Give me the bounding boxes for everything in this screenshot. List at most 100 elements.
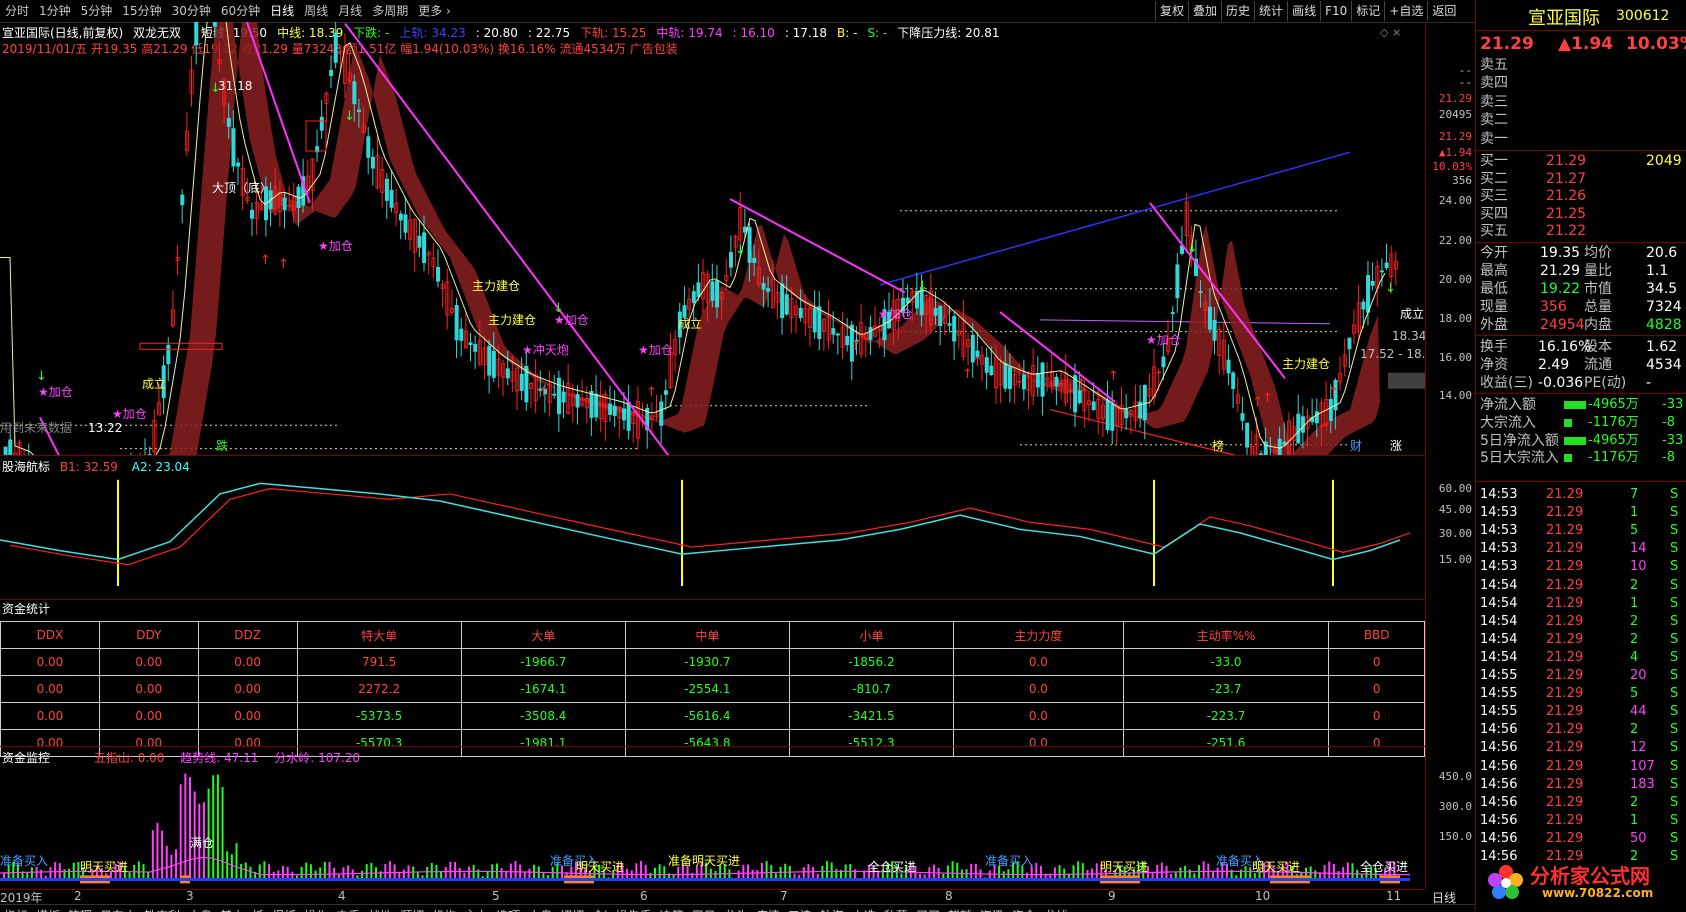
period-tab-3[interactable]: 15分钟 [117,0,166,22]
main-ylabel-3: 20495 [1439,108,1472,121]
main-ylabel-13: 14.00 [1439,389,1472,402]
fund-cell: 0.00 [1,703,100,730]
period-tab-4[interactable]: 30分钟 [167,0,216,22]
table-row: 0.000.000.00-5373.5-3508.4-5616.4-3421.5… [1,703,1425,730]
tick-row: 14:5421.29 1S [1480,595,1685,613]
price-pct: 10.03% [1626,34,1686,54]
tick-row: 14:5421.29 2S [1480,613,1685,631]
tool-button-8[interactable]: 返回 [1427,1,1460,21]
fund-cell: 0 [1329,676,1425,703]
sell-arrow-icon: ↓ [917,279,928,294]
quote-stat2-2: 收益(三)-0.036PE(动)- [1480,374,1685,392]
tool-button-1[interactable]: 叠加 [1188,1,1221,21]
main-ylabel-10: 20.00 [1439,273,1472,286]
buy-arrow-icon: ↑ [278,257,289,272]
chart-annotation-1: 大顶（底） [212,180,272,195]
fund-cell: -1674.1 [461,676,625,703]
fund-header-3: 特大单 [297,622,461,649]
chart-annotation-4: 主力建仓 [472,279,520,293]
fund-header-7: 主力力度 [954,622,1124,649]
sell-arrow-icon: ↓ [553,301,564,316]
chart-annotation-15: 成立 [1400,306,1424,321]
fund-cell: -223.7 [1123,703,1329,730]
sell-arrow-icon: ↓ [344,109,355,124]
sell-arrow-icon: ↓ [210,81,221,96]
tool-button-4[interactable]: 画线 [1287,1,1320,21]
flow-row-3: 5日大宗流入-1176万-8 [1480,449,1685,467]
quote-stat-4: 外盘24954内盘4828 [1480,316,1685,334]
fund-cell: -23.7 [1123,676,1329,703]
monitor-label-5: 准备明天买进 [668,854,740,868]
stock-code: 300612 [1616,8,1669,24]
tick-row: 14:5321.29 1S [1480,504,1685,522]
panel-control-icons[interactable]: ◇ × [1380,26,1401,39]
tick-row: 14:5421.29 4S [1480,649,1685,667]
period-tab-1[interactable]: 1分钟 [34,0,76,22]
flow-bar [1564,454,1572,462]
chart-annotation-11: 成立 [678,316,702,331]
osc-ylabel-0: 60.00 [1439,482,1472,495]
fund-header-5: 中单 [625,622,789,649]
fund-cell: 0.00 [99,703,198,730]
fund-cell: 0.00 [1,676,100,703]
fund-title[interactable]: 资金统计 [0,602,50,616]
fund-cell: 2272.2 [297,676,461,703]
chart-annotation-12: ★加仓 [878,307,913,321]
chart-annotation-3: ★加仓 [112,407,147,421]
monitor-chart[interactable]: 准备买入明天买进满仓准备买入明天买进准备明天买进全仓买进准备买入明天买进准备买入… [0,747,1425,889]
period-tab-0[interactable]: 分时 [0,0,34,22]
buy-arrow-icon: ↑ [1262,391,1273,406]
sell-arrow-icon: ↓ [1385,281,1396,296]
date-tick-3: 4 [338,889,346,903]
sell-arrow-icon: ↓ [735,243,746,258]
fund-cell: 0 [1329,649,1425,676]
fund-table: DDXDDYDDZ特大单大单中单小单主力力度主动率%%BBD0.000.000.… [0,621,1425,757]
fund-cell: 0.0 [954,649,1124,676]
chart-annotation-9: ★加仓 [638,343,673,357]
tool-button-6[interactable]: 标记 [1351,1,1384,21]
fund-cell: 0.0 [954,676,1124,703]
date-tick-5: 6 [640,889,648,903]
sell-level-4: 卖四 [1480,74,1685,92]
tool-button-7[interactable]: +自选 [1384,1,1427,21]
tool-button-3[interactable]: 统计 [1254,1,1287,21]
tick-row: 14:5621.29183S [1480,776,1685,794]
osc-chart[interactable] [0,456,1425,599]
price-change: ▲1.94 [1558,34,1613,54]
monitor-label-7: 准备买入 [985,854,1033,868]
quote-panel: 宣亚国际 300612 21.29 ▲1.94 10.03% 卖五卖四卖三卖二卖… [1475,0,1686,911]
fund-cell: -3508.4 [461,703,625,730]
main-ylabel-12: 16.00 [1439,351,1472,364]
tool-button-0[interactable]: 复权 [1155,1,1188,21]
chart-annotation-14: 主力建仓 [1282,357,1330,371]
period-tab-5[interactable]: 60分钟 [216,0,265,22]
period-tab-7[interactable]: 周线 [299,0,333,22]
tick-row: 14:5321.29 5S [1480,522,1685,540]
table-row: 0.000.000.002272.2-1674.1-2554.1-810.70.… [1,676,1425,703]
monitor-panel[interactable]: 资金监控 五指山: 0.00 趋势线: 47.11 分水岭: 107.20 准备… [0,746,1425,890]
flow-bar [1564,419,1572,427]
period-tab-9[interactable]: 多周期 [367,0,413,22]
fund-cell: -5616.4 [625,703,789,730]
sell-level-1: 卖一 [1480,130,1685,148]
period-tab-8[interactable]: 月线 [333,0,367,22]
date-tick-10: 11 [1386,889,1401,903]
event-mark-2[interactable]: 财 [1350,439,1362,453]
event-mark-0[interactable]: 跌 [216,438,228,453]
period-tab-6[interactable]: 日线 [265,0,299,22]
tick-row: 14:5621.29 2S [1480,794,1685,812]
event-mark-3[interactable]: 涨 [1390,438,1402,453]
quote-stat2-1: 净资2.49流通4534 [1480,356,1685,374]
tick-row: 14:5521.29 5S [1480,685,1685,703]
date-tick-9: 10 [1255,889,1270,903]
tick-row: 14:5321.29 7S [1480,486,1685,504]
kline-chart[interactable]: 31.18大顶（底）★加仓★加仓主力建仓主力建仓★加仓★冲天炮★加仓★加仓成立成… [0,22,1425,455]
event-mark-1[interactable]: 榜 [1212,438,1224,453]
tool-button-5[interactable]: F10 [1320,1,1351,21]
osc-panel[interactable]: 股海航标 B1: 32.59 A2: 23.04 [0,456,1425,600]
period-tab-2[interactable]: 5分钟 [76,0,118,22]
period-tab-10[interactable]: 更多 › [413,0,456,22]
tool-button-2[interactable]: 历史 [1221,1,1254,21]
fund-cell: 0.00 [99,676,198,703]
main-kline-panel[interactable]: 宣亚国际(日线,前复权) 双龙无双 短线: 19.50中线: 18.39下跌: … [0,22,1425,456]
